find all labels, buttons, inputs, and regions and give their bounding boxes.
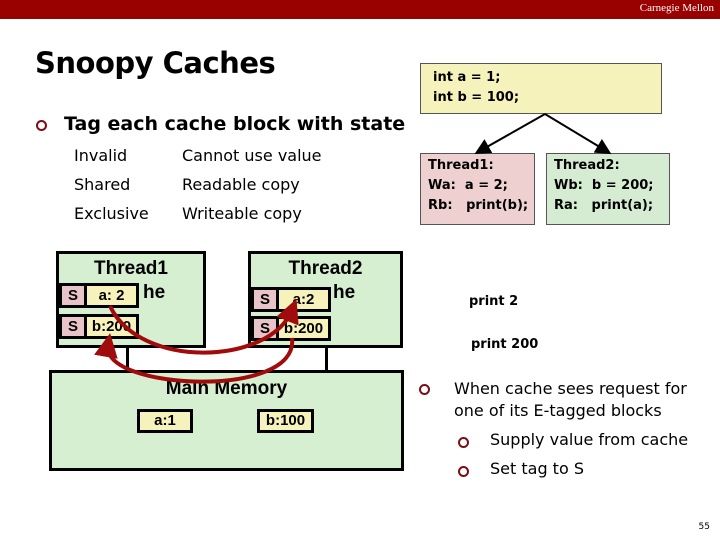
bullet-icon	[458, 466, 469, 477]
output-text: print 200	[471, 337, 539, 352]
note-line: one of its E-tagged blocks	[454, 401, 662, 420]
output-text: print 2	[469, 294, 519, 309]
bullet-icon	[458, 437, 469, 448]
supply-a-arrow	[108, 298, 299, 355]
bullet-icon	[419, 384, 430, 395]
sub-note: Set tag to S	[490, 459, 584, 478]
sub-note: Supply value from cache	[490, 430, 689, 449]
page-number: 55	[698, 522, 710, 532]
snoop-arrows	[94, 298, 299, 384]
note-line: When cache sees request for	[454, 379, 687, 398]
supply-b-arrow	[94, 333, 295, 384]
